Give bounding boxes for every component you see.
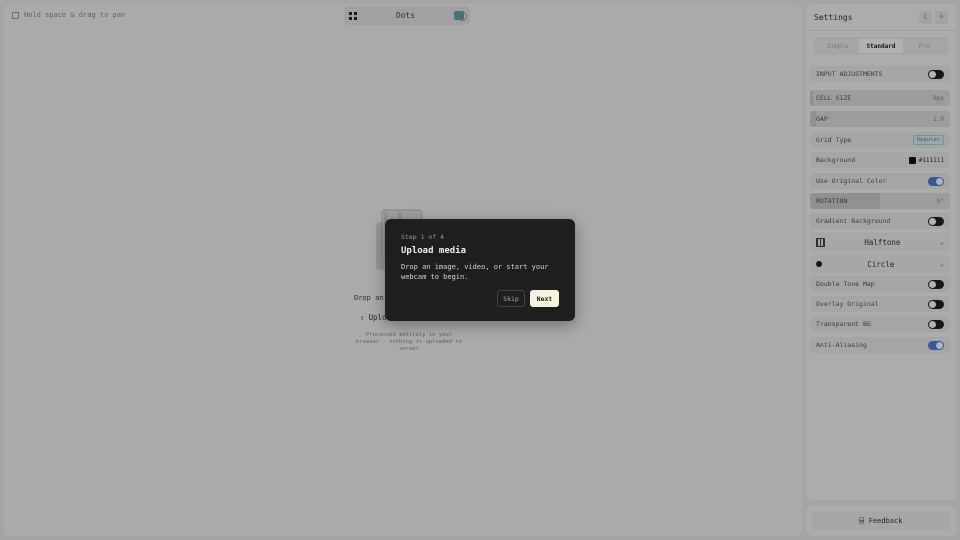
skip-button[interactable]: Skip — [497, 290, 525, 307]
onboarding-dialog: Step 1 of 4 Upload media Drop an image, … — [385, 219, 575, 321]
dialog-actions: Skip Next — [497, 290, 559, 307]
dialog-body: Drop an image, video, or start your webc… — [401, 263, 549, 281]
step-indicator: Step 1 of 4 — [401, 233, 445, 241]
next-button[interactable]: Next — [530, 290, 559, 307]
dialog-title: Upload media — [401, 246, 467, 256]
